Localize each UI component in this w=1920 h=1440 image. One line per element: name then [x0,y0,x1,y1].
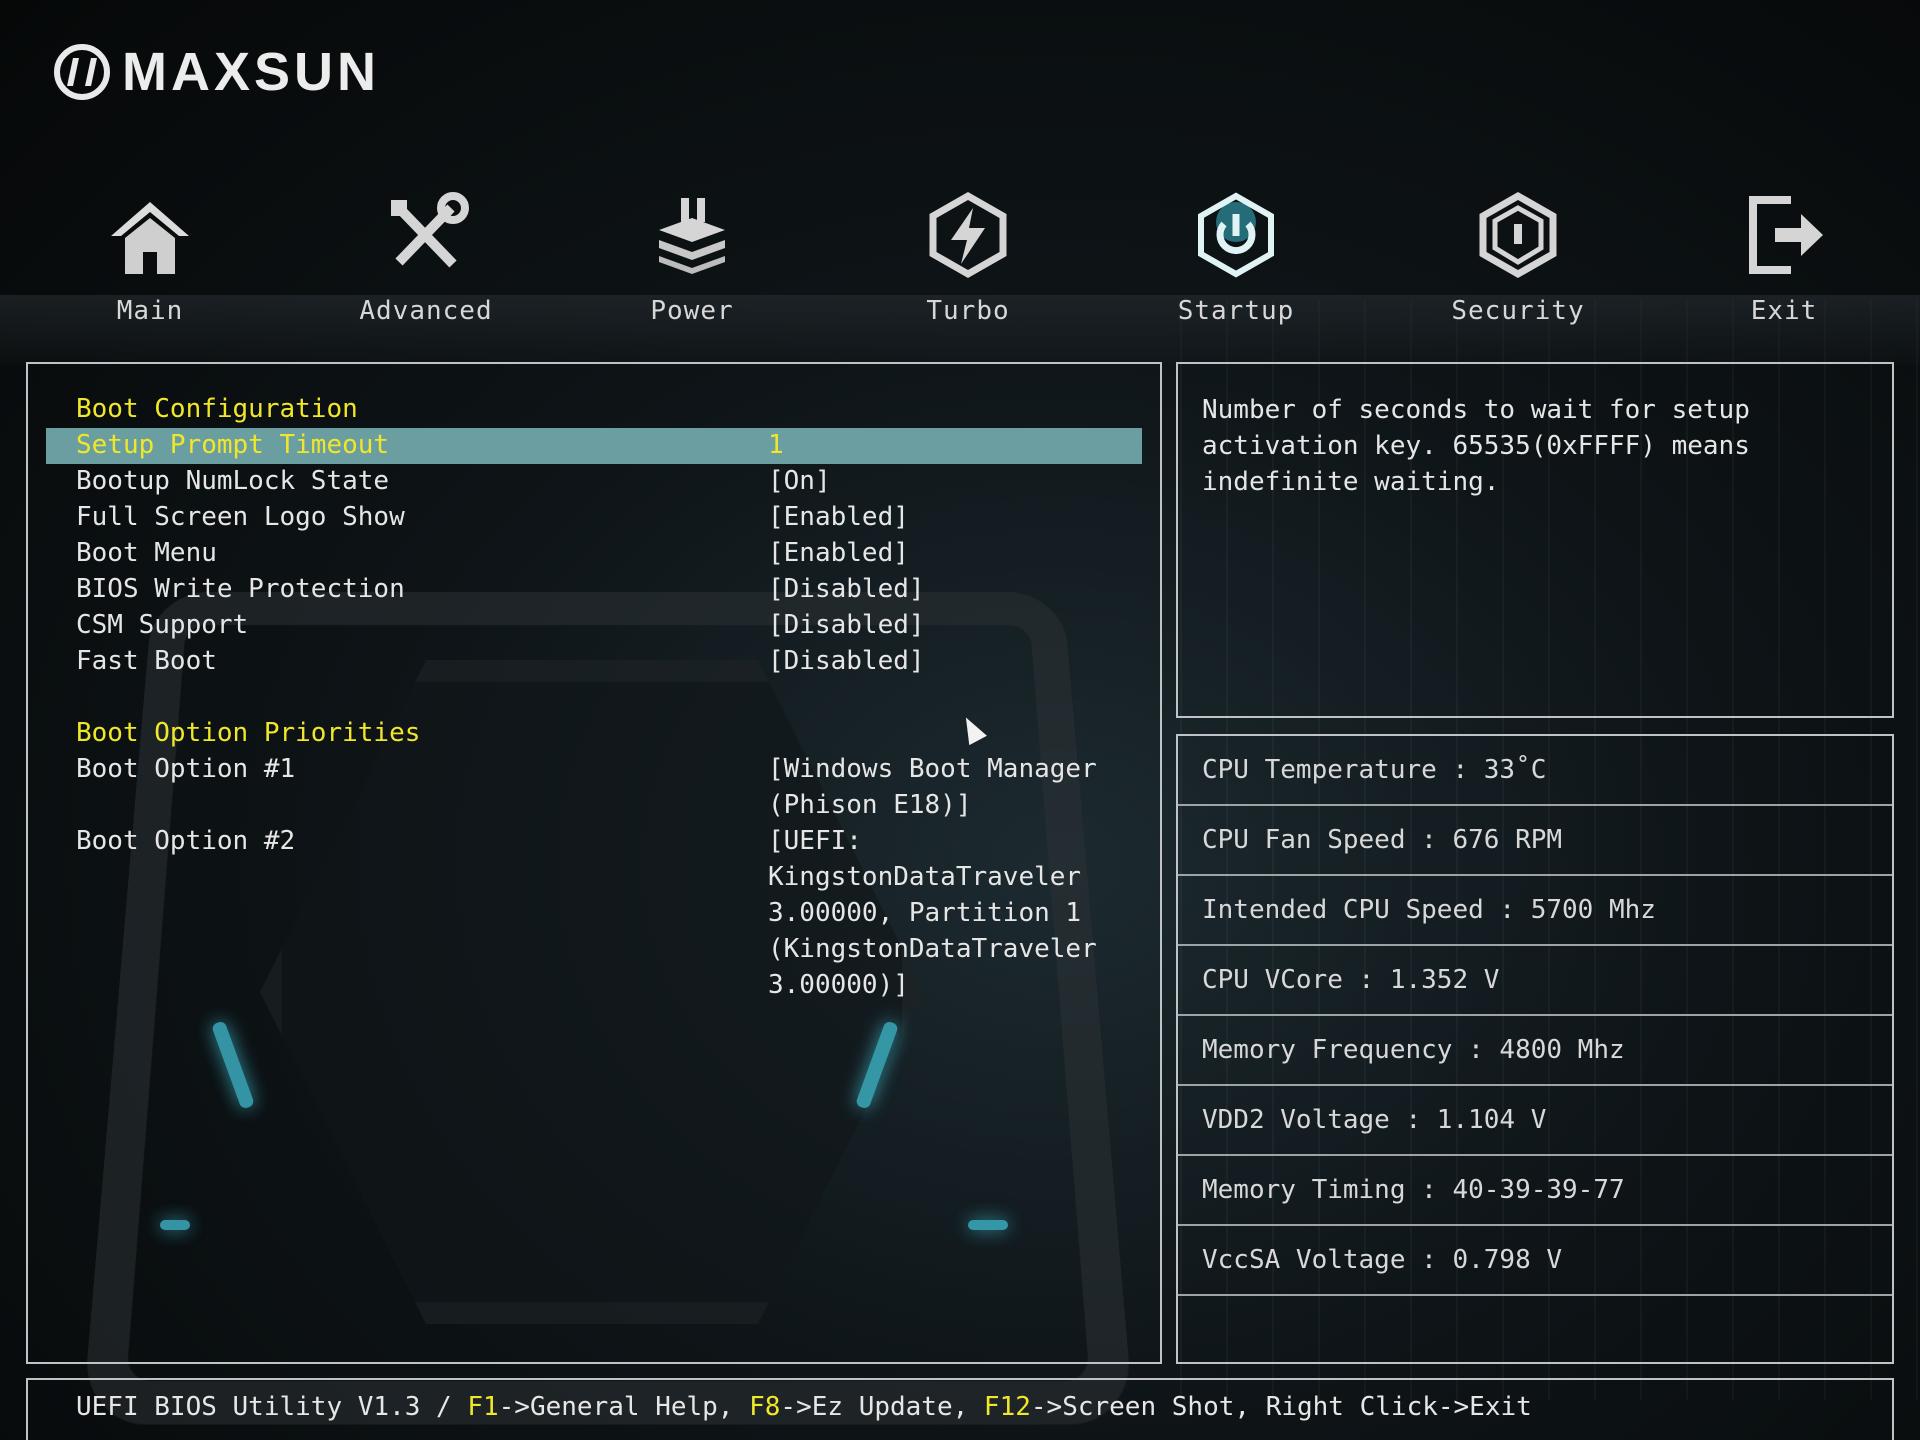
tab-main-label: Main [60,296,240,326]
stat-cpu-temperature: CPU Temperature : 33˚C [1178,736,1892,806]
setting-full-screen-logo-label[interactable]: Full Screen Logo Show [76,500,405,534]
boot-option-2-value-line-4[interactable]: (KingstonDataTraveler [768,932,1097,966]
f8-key: F8 [749,1392,780,1422]
setting-boot-menu-label[interactable]: Boot Menu [76,536,217,570]
setting-bootup-numlock-value[interactable]: [On] [768,464,831,498]
settings-panel: Boot Configuration Setup Prompt Timeout … [26,362,1162,1364]
boot-option-2-value-line-3[interactable]: 3.00000, Partition 1 [768,896,1081,930]
footer-text: UEFI BIOS Utility V1.3 / F1->General Hel… [76,1392,1532,1422]
footer-prefix: UEFI BIOS Utility V1.3 / [76,1392,467,1422]
f8-action: ->Ez Update, [780,1392,984,1422]
security-icon [1473,190,1563,280]
tab-power[interactable]: Power [602,190,782,326]
tab-turbo-label: Turbo [878,296,1058,326]
boot-option-2-value-line-1[interactable]: [UEFI: [768,824,862,858]
maxsun-logo-mark [54,44,110,100]
boot-option-2-label[interactable]: Boot Option #2 [76,824,295,858]
tab-power-label: Power [602,296,782,326]
stat-cpu-vcore: CPU VCore : 1.352 V [1178,946,1892,1016]
startup-icon [1191,190,1281,280]
setting-csm-support-value[interactable]: [Disabled] [768,608,925,642]
tab-startup[interactable]: Startup [1146,190,1326,326]
tools-icon [381,190,471,280]
setting-setup-prompt-timeout-label[interactable]: Setup Prompt Timeout [76,428,389,462]
help-panel: Number of seconds to wait for setup acti… [1176,362,1894,718]
boot-option-1-value-line-2[interactable]: (Phison E18)] [768,788,972,822]
top-nav: Main Advanced Power Turbo Startup Securi… [0,190,1920,340]
setting-setup-prompt-timeout-value[interactable]: 1 [768,428,784,462]
stat-memory-frequency: Memory Frequency : 4800 Mhz [1178,1016,1892,1086]
setting-csm-support-label[interactable]: CSM Support [76,608,248,642]
boot-option-2-value-line-2[interactable]: KingstonDataTraveler [768,860,1081,894]
home-icon [105,190,195,280]
f1-action: ->General Help, [499,1392,749,1422]
setting-fast-boot-label[interactable]: Fast Boot [76,644,217,678]
boot-option-1-value-line-1[interactable]: [Windows Boot Manager [768,752,1097,786]
stat-vdd2-voltage: VDD2 Voltage : 1.104 V [1178,1086,1892,1156]
maxsun-logo: MAXSUN [54,44,380,100]
help-line-3: indefinite waiting. [1202,464,1862,500]
hardware-monitor-panel: CPU Temperature : 33˚C CPU Fan Speed : 6… [1176,734,1894,1364]
exit-icon [1739,190,1829,280]
tab-security-label: Security [1428,296,1608,326]
stat-memory-timing: Memory Timing : 40-39-39-77 [1178,1156,1892,1226]
setting-bootup-numlock-label[interactable]: Bootup NumLock State [76,464,389,498]
f12-key: F12 [984,1392,1031,1422]
section-boot-configuration: Boot Configuration [76,392,358,426]
setting-bios-write-protection-value[interactable]: [Disabled] [768,572,925,606]
tab-turbo[interactable]: Turbo [878,190,1058,326]
tab-main[interactable]: Main [60,190,240,326]
setting-full-screen-logo-value[interactable]: [Enabled] [768,500,909,534]
tab-security[interactable]: Security [1428,190,1608,326]
footer-bar: UEFI BIOS Utility V1.3 / F1->General Hel… [26,1378,1894,1440]
tab-advanced[interactable]: Advanced [336,190,516,326]
section-boot-option-priorities: Boot Option Priorities [76,716,420,750]
setting-boot-menu-value[interactable]: [Enabled] [768,536,909,570]
stat-intended-cpu-speed: Intended CPU Speed : 5700 Mhz [1178,876,1892,946]
tab-advanced-label: Advanced [336,296,516,326]
setting-bios-write-protection-label[interactable]: BIOS Write Protection [76,572,405,606]
turbo-icon [923,190,1013,280]
boot-option-1-label[interactable]: Boot Option #1 [76,752,295,786]
help-text: Number of seconds to wait for setup acti… [1202,392,1862,500]
boot-option-2-value-line-5[interactable]: 3.00000)] [768,968,909,1002]
tab-exit-label: Exit [1694,296,1874,326]
stat-vccsa-voltage: VccSA Voltage : 0.798 V [1178,1226,1892,1296]
tab-exit[interactable]: Exit [1694,190,1874,326]
help-line-1: Number of seconds to wait for setup [1202,392,1862,428]
f12-action: ->Screen Shot, Right Click->Exit [1031,1392,1532,1422]
tab-startup-label: Startup [1146,296,1326,326]
f1-key: F1 [467,1392,498,1422]
stat-cpu-fan-speed: CPU Fan Speed : 676 RPM [1178,806,1892,876]
power-icon [647,190,737,280]
setting-fast-boot-value[interactable]: [Disabled] [768,644,925,678]
brand-name: MAXSUN [122,45,380,99]
help-line-2: activation key. 65535(0xFFFF) means [1202,428,1862,464]
